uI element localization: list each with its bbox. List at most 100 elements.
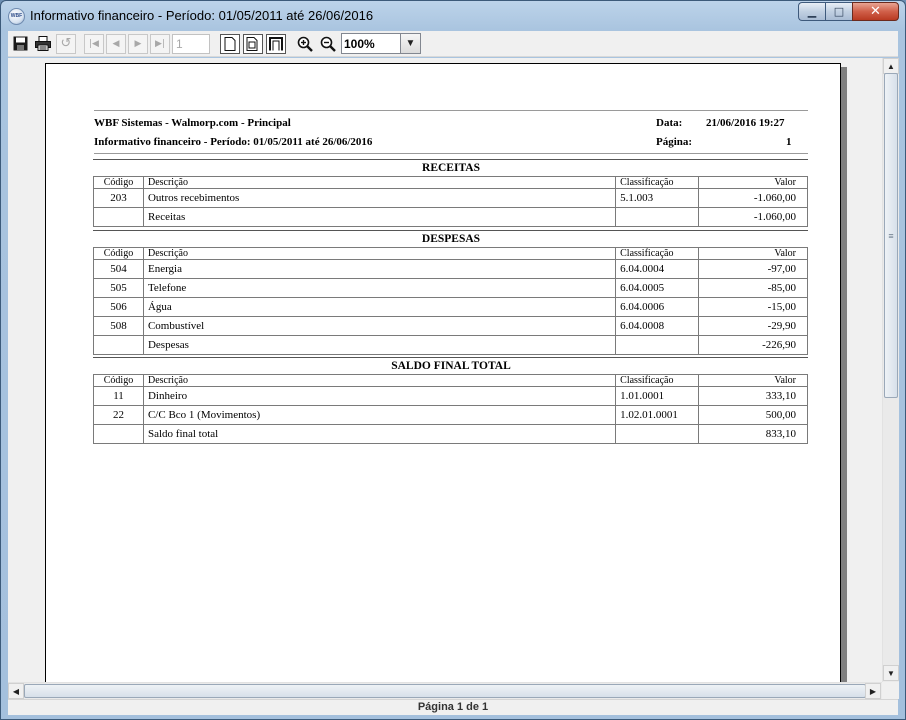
next-page-button[interactable]: ▶ [128,33,148,54]
window-title: Informativo financeiro - Período: 01/05/… [30,8,374,23]
section-title-despesas: DESPESAS [421,233,481,245]
total-row: Saldo final total 833,10 [93,424,808,444]
save-icon [13,36,27,51]
row-code: 505 [93,278,144,298]
row-value: 333,10 [698,386,808,406]
zoom-in-button[interactable] [295,34,315,54]
row-desc: Dinheiro [142,386,617,406]
scroll-down-button[interactable]: ▼ [883,665,899,681]
first-page-icon: |◀ [89,38,99,49]
section-rule [93,230,808,231]
row-code: 22 [93,405,144,425]
total-desc: Receitas [142,207,617,227]
row-desc: C/C Bco 1 (Movimentos) [142,405,617,425]
save-button[interactable] [10,34,30,54]
row-value: -15,00 [698,297,808,317]
row-value: -1.060,00 [698,188,808,208]
receitas-table: Código Descrição Classificação Valor 203… [93,176,808,227]
col-header-value: Valor [698,247,808,260]
col-header-desc: Descrição [142,374,617,387]
minimize-button[interactable]: ▁ [798,2,825,21]
vertical-scrollbar[interactable]: ▲ ≡ ▼ [882,58,899,682]
row-code: 506 [93,297,144,317]
scroll-up-icon: ▲ [887,61,895,71]
col-header-class: Classificação [615,176,700,189]
total-row: Receitas -1.060,00 [93,207,808,227]
table-row: 506 Água 6.04.0006 -15,00 [93,297,808,317]
scroll-corner [882,682,899,699]
next-page-icon: ▶ [134,38,142,49]
col-header-value: Valor [698,374,808,387]
refresh-icon: ↺ [60,36,72,51]
scroll-right-button[interactable]: ▶ [865,683,881,699]
scroll-up-button[interactable]: ▲ [883,58,899,74]
table-row: 203 Outros recebimentos 5.1.003 -1.060,0… [93,188,808,208]
chevron-down-icon: ▼ [405,38,416,49]
report-company: WBF Sistemas - Walmorp.com - Principal [94,117,291,129]
table-header-row: Código Descrição Classificação Valor [93,374,808,387]
col-header-class: Classificação [615,247,700,260]
section-title-saldo: SALDO FINAL TOTAL [391,360,511,372]
row-desc: Combustível [142,316,617,336]
table-row: 505 Telefone 6.04.0005 -85,00 [93,278,808,298]
single-page-button[interactable] [220,33,240,54]
last-page-button[interactable]: ▶| [150,33,170,54]
row-value: -29,90 [698,316,808,336]
header-bottom-rule [94,153,808,154]
maximize-icon: □ [833,5,845,18]
col-header-code: Código [93,176,144,189]
horizontal-scroll-thumb[interactable] [24,684,866,698]
scroll-down-icon: ▼ [887,668,895,678]
status-bar: Página 1 de 1 [8,699,898,715]
last-page-icon: ▶| [155,38,165,49]
col-header-code: Código [93,247,144,260]
page-width-icon [269,36,283,50]
refresh-button[interactable]: ↺ [56,33,76,54]
row-desc: Outros recebimentos [142,188,617,208]
vertical-scroll-thumb[interactable]: ≡ [884,73,898,398]
single-page-icon [224,36,236,51]
zoom-out-button[interactable] [318,34,338,54]
zoom-out-icon [320,36,336,52]
section-title-receitas: RECEITAS [422,162,480,174]
prev-page-button[interactable]: ◀ [106,33,126,54]
total-value: -226,90 [698,335,808,355]
zoom-select[interactable]: 100% [341,33,401,54]
close-button[interactable]: ✕ [852,2,899,21]
maximize-button[interactable]: □ [825,2,852,21]
table-row: 22 C/C Bco 1 (Movimentos) 1.02.01.0001 5… [93,405,808,425]
app-logo-icon: WBF [8,8,25,25]
row-code: 203 [93,188,144,208]
minimize-icon: ▁ [807,5,817,18]
first-page-button[interactable]: |◀ [84,33,104,54]
page-label: Página: [656,136,693,148]
page-value: 1 [786,136,792,148]
row-class: 6.04.0004 [615,259,700,279]
col-header-class: Classificação [615,374,700,387]
row-value: -97,00 [698,259,808,279]
table-header-row: Código Descrição Classificação Valor [93,176,808,189]
multi-page-icon [246,36,258,51]
row-code: 504 [93,259,144,279]
close-icon: ✕ [870,4,881,19]
print-button[interactable] [33,34,53,54]
row-desc: Telefone [142,278,617,298]
row-value: -85,00 [698,278,808,298]
scroll-right-icon: ▶ [869,686,877,696]
zoom-dropdown-button[interactable]: ▼ [401,33,421,54]
page-number-input[interactable]: 1 [172,33,210,54]
section-rule [93,357,808,358]
multi-page-button[interactable] [243,33,263,54]
row-class: 6.04.0008 [615,316,700,336]
page-width-button[interactable] [266,33,286,54]
total-row: Despesas -226,90 [93,335,808,355]
report-preview-area[interactable]: WBF Sistemas - Walmorp.com - Principal D… [8,58,882,682]
row-class: 1.01.0001 [615,386,700,406]
row-code: 11 [93,386,144,406]
title-bar[interactable]: WBF Informativo financeiro - Período: 01… [1,1,905,31]
row-class: 5.1.003 [615,188,700,208]
col-header-code: Código [93,374,144,387]
scroll-left-button[interactable]: ◀ [8,683,24,699]
total-value: -1.060,00 [698,207,808,227]
horizontal-scrollbar[interactable]: ◀ ▶ [8,682,882,699]
